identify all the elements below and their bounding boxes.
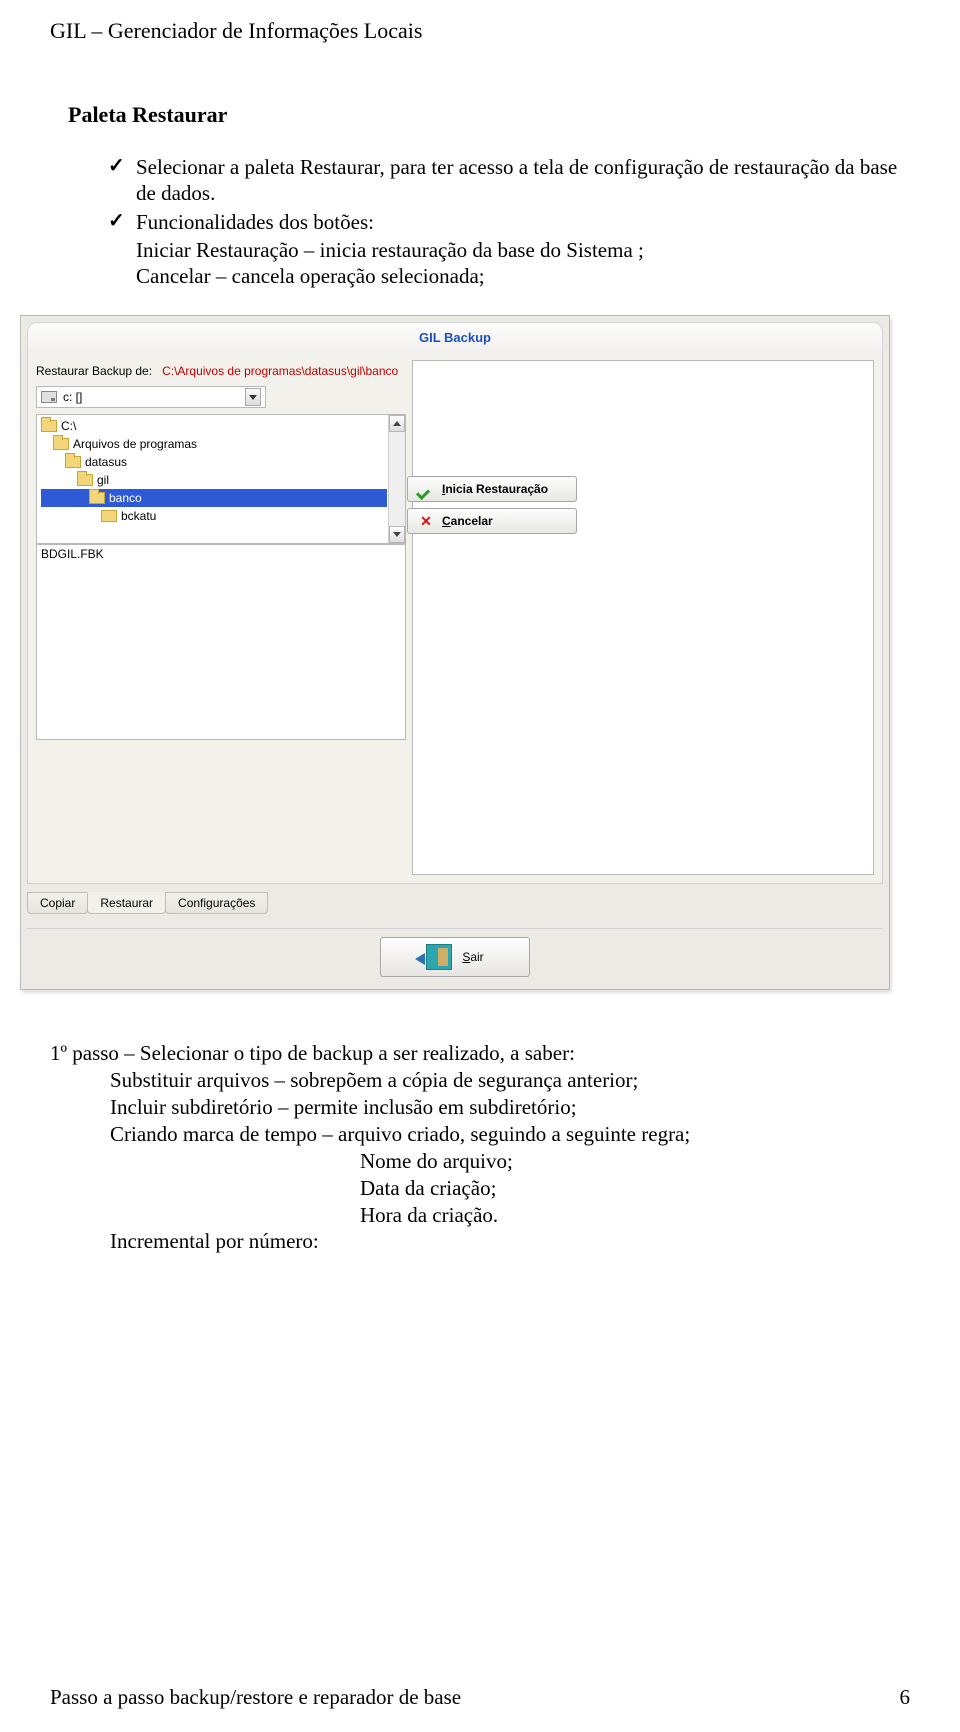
drive-select-value: c: [] [63, 390, 82, 404]
right-pane [412, 360, 874, 883]
bullet-2-sub1: Iniciar Restauração – inicia restauração… [136, 237, 910, 263]
window-title: GIL Backup [419, 330, 491, 345]
app-screenshot: GIL Backup Restaurar Backup de: C:\Arqui… [20, 315, 890, 990]
doc-header: GIL – Gerenciador de Informações Locais [50, 18, 910, 44]
backup-path-row: Restaurar Backup de: C:\Arquivos de prog… [36, 364, 406, 378]
tree-item-label: datasus [85, 455, 127, 469]
drive-icon [41, 391, 57, 403]
cancel-label: Cancelar [442, 514, 493, 528]
cancel-button[interactable]: ✕ Cancelar [407, 508, 577, 534]
tree-item-label: bckatu [121, 509, 156, 523]
step1-opt1: Substituir arquivos – sobrepõem a cópia … [110, 1067, 910, 1094]
exit-label: Sair [462, 950, 483, 964]
scroll-down-button[interactable] [389, 526, 405, 543]
bullet-2-sub2: Cancelar – cancela operação selecionada; [136, 263, 910, 289]
page-number: 6 [900, 1685, 911, 1710]
log-output [412, 360, 874, 875]
bullet-1: Selecionar a paleta Restaurar, para ter … [108, 154, 910, 207]
tree-item[interactable]: bckatu [41, 507, 387, 525]
bottom-tabs: Copiar Restaurar Configurações [27, 892, 883, 914]
folder-open-icon [77, 474, 93, 486]
folder-open-icon [41, 420, 57, 432]
bullet-2: Funcionalidades dos botões: [108, 209, 910, 235]
tree-item[interactable]: datasus [41, 453, 387, 471]
chevron-down-icon[interactable] [245, 388, 261, 406]
bullet-2-head: Funcionalidades dos botões: [136, 210, 374, 234]
left-pane: Restaurar Backup de: C:\Arquivos de prog… [36, 360, 406, 883]
tree-item-label: Arquivos de programas [73, 437, 197, 451]
step1-opt2: Incluir subdiretório – permite inclusão … [110, 1094, 910, 1121]
scrollbar-vertical[interactable] [388, 415, 405, 543]
tree-item[interactable]: C:\ [41, 417, 387, 435]
tree-item-label: C:\ [61, 419, 76, 433]
folder-open-icon [89, 492, 105, 504]
path-label: Restaurar Backup de: [36, 364, 152, 378]
close-icon: ✕ [418, 513, 434, 530]
window-titlebar: GIL Backup [27, 322, 883, 352]
folder-open-icon [65, 456, 81, 468]
start-restore-button[interactable]: Inicia Restauração [407, 476, 577, 502]
panel-body: Restaurar Backup de: C:\Arquivos de prog… [27, 352, 883, 884]
folder-open-icon [53, 438, 69, 450]
exit-bar: Sair [27, 928, 883, 983]
tree-item-label: gil [97, 473, 109, 487]
post-text-block: 1º passo – Selecionar o tipo de backup a… [50, 1040, 910, 1255]
tab-restaurar[interactable]: Restaurar [87, 892, 166, 914]
path-value: C:\Arquivos de programas\datasus\gil\ban… [162, 364, 398, 378]
file-item[interactable]: BDGIL.FBK [41, 547, 401, 561]
bullet-list: Selecionar a paleta Restaurar, para ter … [108, 154, 910, 235]
tab-copiar[interactable]: Copiar [27, 892, 88, 914]
step1-opt4: Incremental por número: [110, 1228, 910, 1255]
section-title: Paleta Restaurar [68, 102, 910, 128]
folder-icon [101, 510, 117, 522]
step1-opt3: Criando marca de tempo – arquivo criado,… [110, 1121, 910, 1148]
exit-icon [426, 944, 452, 970]
start-restore-label: Inicia Restauração [442, 482, 548, 496]
tree-item-selected[interactable]: banco [41, 489, 387, 507]
footer-title: Passo a passo backup/restore e reparador… [50, 1685, 461, 1710]
step1-opt3b: Data da criação; [360, 1175, 910, 1202]
tree-item[interactable]: gil [41, 471, 387, 489]
file-list[interactable]: BDGIL.FBK [36, 544, 406, 740]
exit-button[interactable]: Sair [380, 937, 530, 977]
tab-configuracoes[interactable]: Configurações [165, 892, 268, 914]
scroll-up-button[interactable] [389, 415, 405, 432]
drive-select[interactable]: c: [] [36, 386, 266, 408]
step1-opt3a: Nome do arquivo; [360, 1148, 910, 1175]
tree-item-label: banco [109, 491, 142, 505]
tree-item[interactable]: Arquivos de programas [41, 435, 387, 453]
step1-opt3c: Hora da criação. [360, 1202, 910, 1229]
folder-tree[interactable]: C:\ Arquivos de programas datasus g [36, 414, 406, 544]
step1-line: 1º passo – Selecionar o tipo de backup a… [50, 1040, 910, 1067]
check-icon [418, 482, 434, 496]
